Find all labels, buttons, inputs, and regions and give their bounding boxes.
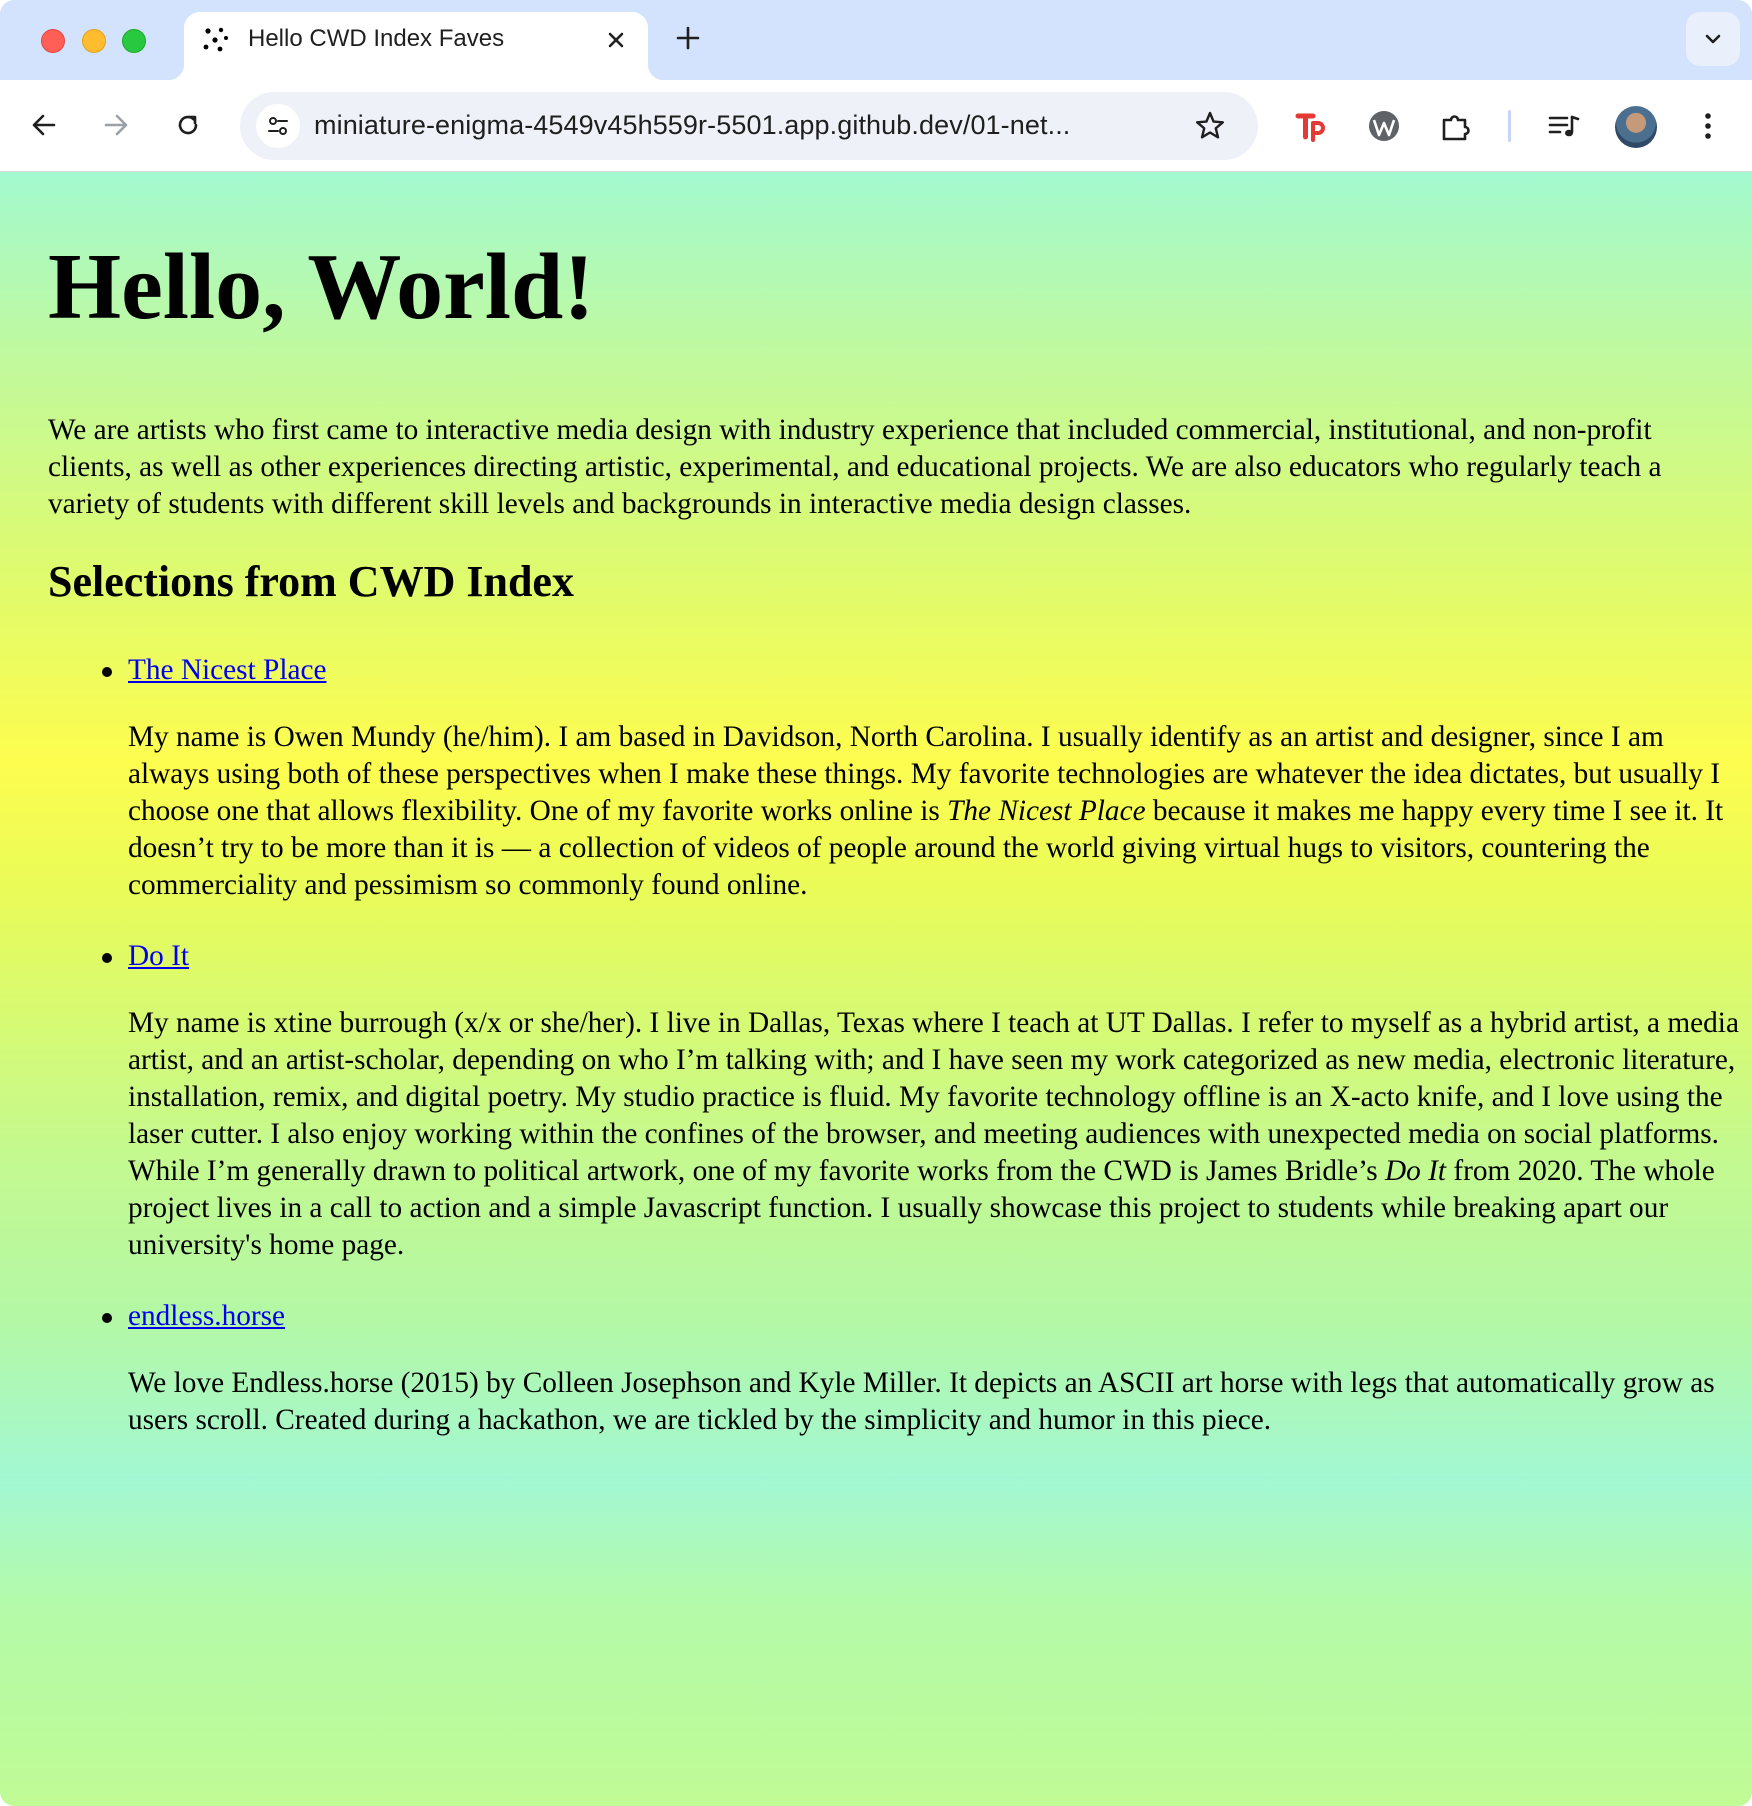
toolbar-separator [1508,110,1511,142]
tp-extension-button[interactable] [1288,102,1336,150]
star-icon[interactable] [1192,108,1228,144]
link-the-nicest-place[interactable]: The Nicest Place [128,654,326,686]
bullet [102,1313,112,1323]
puzzle-icon [1442,115,1470,141]
tab-active[interactable]: Hello CWD Index Faves [168,12,664,80]
tab-title: Hello CWD Index Faves [248,25,505,52]
maximize-window-button[interactable] [122,29,146,53]
page-viewport: Hello, World! We are artists who first c… [0,172,1752,1806]
media-queue-icon [1548,115,1580,137]
minimize-window-button[interactable] [82,29,106,53]
back-button[interactable] [21,102,67,148]
close-window-button[interactable] [41,29,65,53]
media-controls-button[interactable] [1540,102,1588,150]
tab-search-button[interactable] [1686,12,1740,66]
browser-window: Hello CWD Index Faves miniature-enigma-4… [0,0,1752,1806]
forward-button[interactable] [93,102,139,148]
section-heading: Selections from CWD Index [48,557,574,606]
reload-button[interactable] [165,102,211,148]
browser-toolbar: miniature-enigma-4549v45h559r-5501.app.g… [0,80,1752,172]
url-text[interactable]: miniature-enigma-4549v45h559r-5501.app.g… [314,110,1070,141]
tp-extension-icon [1295,113,1325,142]
page-heading: Hello, World! [48,235,595,339]
item-description: We love Endless.horse (2015) by Colleen … [128,1367,1715,1436]
dots-favicon-icon [203,27,228,52]
item-description: My name is xtine burrough (x/x or she/he… [128,1007,1739,1261]
wordpress-extension-button[interactable] [1360,102,1408,150]
bullet [102,953,112,963]
list-item: endless.horse We love Endless.horse (201… [102,1298,1748,1439]
tab-strip: Hello CWD Index Faves [0,0,1752,80]
intro-paragraph: We are artists who first came to interac… [48,414,1662,520]
kebab-menu-icon [1705,113,1711,139]
link-endless-horse[interactable]: endless.horse [128,1300,285,1332]
plus-icon[interactable] [672,22,704,54]
link-do-it[interactable]: Do It [128,940,189,972]
chevron-down-icon [1705,34,1721,44]
extensions-button[interactable] [1432,102,1480,150]
list-item: Do It My name is xtine burrough (x/x or … [102,938,1748,1264]
work-title: The Nicest Place [947,795,1146,827]
close-icon[interactable] [602,26,630,54]
site-info-button[interactable] [256,104,300,148]
item-description: My name is Owen Mundy (he/him). I am bas… [128,721,1724,901]
browser-menu-button[interactable] [1684,102,1732,150]
profile-avatar[interactable] [1615,106,1657,148]
arrow-right-icon [104,114,128,136]
bullet [102,667,112,677]
wordpress-icon [1369,111,1399,141]
tune-icon [268,117,288,135]
reload-icon [178,115,198,135]
list-item: The Nicest Place My name is Owen Mundy (… [102,652,1748,904]
work-title: Do It [1385,1155,1447,1187]
arrow-left-icon [32,114,56,136]
address-bar[interactable]: miniature-enigma-4549v45h559r-5501.app.g… [240,92,1258,160]
